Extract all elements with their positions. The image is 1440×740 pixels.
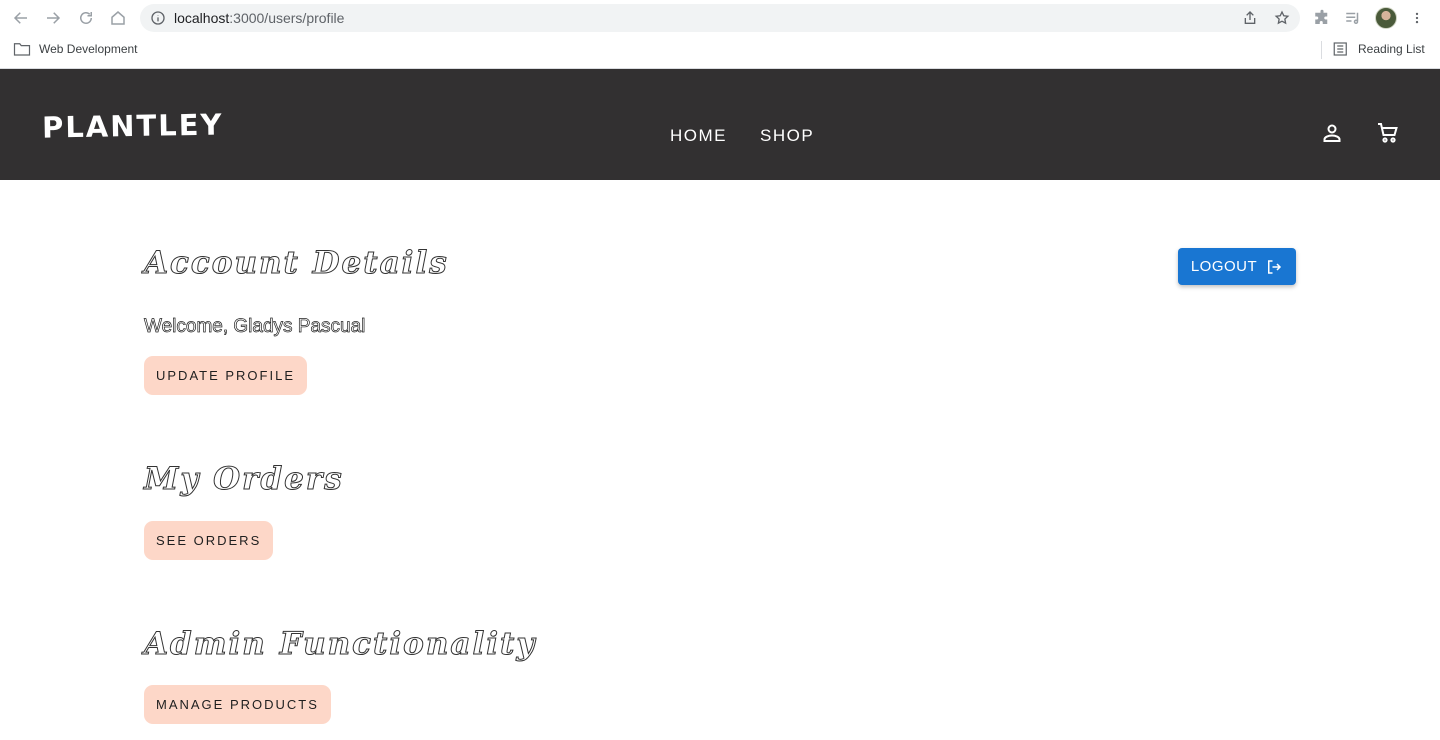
bookmark-web-development[interactable]: Web Development — [13, 41, 138, 57]
profile-avatar[interactable] — [1375, 7, 1397, 29]
nav-shop[interactable]: SHOP — [760, 126, 814, 146]
logout-button[interactable]: LOGOUT — [1178, 248, 1296, 285]
manage-products-button[interactable]: MANAGE PRODUCTS — [144, 685, 331, 724]
user-icon[interactable] — [1320, 121, 1344, 145]
reload-icon[interactable] — [75, 7, 97, 29]
bookmark-star-icon[interactable] — [1274, 10, 1290, 26]
logout-icon — [1268, 259, 1282, 274]
browser-chrome: localhost:3000/users/profile Web Develop… — [0, 0, 1440, 69]
more-menu-icon[interactable] — [1410, 9, 1424, 27]
share-icon[interactable] — [1242, 10, 1258, 26]
home-icon[interactable] — [107, 7, 129, 29]
brand-logo[interactable]: PLANTLEY — [42, 107, 224, 144]
see-orders-button[interactable]: SEE ORDERS — [144, 521, 274, 560]
welcome-message: Welcome, Gladys Pascual — [144, 316, 366, 338]
address-bar[interactable]: localhost:3000/users/profile — [140, 4, 1300, 32]
logout-label: LOGOUT — [1190, 258, 1258, 275]
bookmark-label: Web Development — [39, 42, 138, 56]
url-host: localhost — [174, 10, 230, 26]
reading-list-label: Reading List — [1358, 42, 1425, 56]
media-control-icon[interactable] — [1344, 9, 1362, 27]
main-nav: HOME SHOP — [670, 126, 814, 146]
admin-functionality-title: Admin Functionality — [143, 626, 537, 663]
nav-home[interactable]: HOME — [670, 126, 727, 146]
url-path: :3000/users/profile — [229, 10, 345, 26]
site-info-icon[interactable] — [150, 10, 166, 26]
forward-icon[interactable] — [42, 7, 64, 29]
browser-toolbar: localhost:3000/users/profile — [0, 0, 1440, 36]
extensions-icon[interactable] — [1313, 9, 1331, 27]
account-details-title: Account Details — [144, 245, 449, 282]
back-icon[interactable] — [10, 7, 32, 29]
update-profile-button[interactable]: UPDATE PROFILE — [144, 356, 308, 395]
cart-icon[interactable] — [1376, 121, 1400, 145]
my-orders-title: My Orders — [144, 461, 344, 498]
bookmarks-divider — [1321, 41, 1322, 59]
reading-list-button[interactable]: Reading List — [1332, 41, 1425, 57]
folder-icon — [13, 43, 31, 56]
url-text: localhost:3000/users/profile — [174, 10, 344, 26]
app-header: PLANTLEY HOME SHOP — [0, 69, 1440, 180]
reading-list-icon — [1333, 42, 1347, 56]
bookmarks-bar: Web Development Reading List — [0, 38, 1440, 62]
